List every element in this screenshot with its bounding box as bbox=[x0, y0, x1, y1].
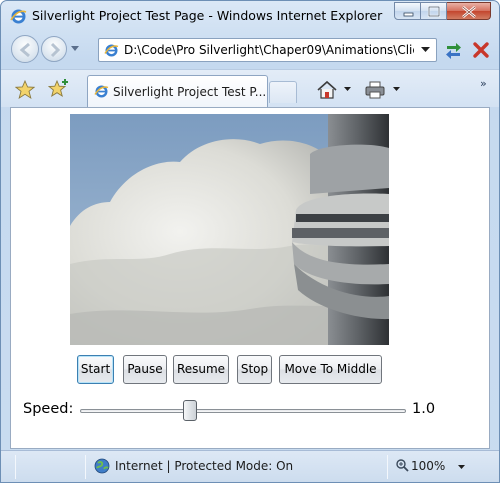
print-icon[interactable] bbox=[364, 81, 386, 99]
refresh-icon[interactable] bbox=[441, 38, 466, 62]
forward-arrow-icon bbox=[50, 42, 61, 58]
navigation-bar: D:\Code\Pro Silverlight\Chaper09\Animati… bbox=[1, 31, 499, 69]
add-to-favorites-icon[interactable] bbox=[48, 79, 70, 99]
stop-icon[interactable] bbox=[469, 38, 493, 62]
status-bar: Internet | Protected Mode: On 100% bbox=[1, 450, 499, 482]
status-divider bbox=[387, 455, 388, 479]
minimize-icon bbox=[403, 12, 414, 17]
title-bar[interactable]: Silverlight Project Test Page - Windows … bbox=[1, 1, 499, 31]
page-icon bbox=[104, 44, 119, 57]
zoom-dropdown-icon[interactable] bbox=[458, 465, 466, 470]
start-button[interactable]: Start bbox=[77, 355, 114, 384]
home-dropdown-icon[interactable] bbox=[344, 87, 352, 92]
print-dropdown-icon[interactable] bbox=[393, 87, 401, 92]
resume-button[interactable]: Resume bbox=[173, 355, 229, 384]
zoom-magnifier-icon[interactable] bbox=[395, 458, 409, 472]
minimize-button[interactable] bbox=[394, 2, 421, 20]
internet-globe-icon[interactable] bbox=[94, 458, 110, 474]
animation-controls: Start Pause Resume Stop Move To Middle bbox=[11, 355, 491, 385]
address-bar[interactable]: D:\Code\Pro Silverlight\Chaper09\Animati… bbox=[98, 38, 437, 62]
favorites-star-icon[interactable] bbox=[15, 80, 35, 99]
browser-window: Silverlight Project Test Page - Windows … bbox=[0, 0, 500, 483]
close-window-button[interactable] bbox=[447, 2, 491, 20]
zoom-level[interactable]: 100% bbox=[411, 459, 445, 473]
speed-slider-thumb[interactable] bbox=[183, 400, 197, 421]
back-arrow-icon bbox=[19, 42, 30, 58]
page-icon bbox=[94, 85, 109, 98]
speed-value: 1.0 bbox=[412, 401, 436, 417]
recent-pages-dropdown-icon[interactable] bbox=[71, 46, 80, 52]
speed-label: Speed: bbox=[23, 401, 74, 417]
ie-logo-icon bbox=[10, 9, 27, 24]
home-icon[interactable] bbox=[316, 80, 338, 100]
tab-bar: Silverlight Project Test P... » bbox=[1, 69, 499, 108]
maximize-icon bbox=[427, 5, 441, 18]
security-zone-text[interactable]: Internet | Protected Mode: On bbox=[115, 459, 293, 473]
forward-button[interactable] bbox=[41, 36, 67, 62]
address-text[interactable]: D:\Code\Pro Silverlight\Chaper09\Animati… bbox=[124, 43, 414, 57]
page-content: Start Pause Resume Stop Move To Middle S… bbox=[10, 107, 490, 449]
status-divider bbox=[85, 455, 86, 479]
address-dropdown-icon[interactable] bbox=[421, 47, 431, 53]
maximize-button[interactable] bbox=[421, 2, 447, 20]
move-to-middle-button[interactable]: Move To Middle bbox=[279, 355, 382, 384]
speed-slider-track[interactable] bbox=[80, 409, 406, 413]
pause-button[interactable]: Pause bbox=[123, 355, 167, 384]
clouds-and-tower-image bbox=[70, 114, 389, 345]
status-divider bbox=[15, 455, 16, 479]
tab-label: Silverlight Project Test P... bbox=[113, 85, 267, 99]
back-button[interactable] bbox=[11, 35, 39, 63]
stop-button[interactable]: Stop bbox=[237, 355, 272, 384]
new-tab-button[interactable] bbox=[269, 81, 297, 103]
window-title: Silverlight Project Test Page - Windows … bbox=[32, 8, 383, 23]
more-tools-chevron-icon[interactable]: » bbox=[480, 77, 487, 90]
close-icon bbox=[462, 6, 476, 18]
tab-silverlight-test-page[interactable]: Silverlight Project Test P... bbox=[87, 75, 268, 108]
